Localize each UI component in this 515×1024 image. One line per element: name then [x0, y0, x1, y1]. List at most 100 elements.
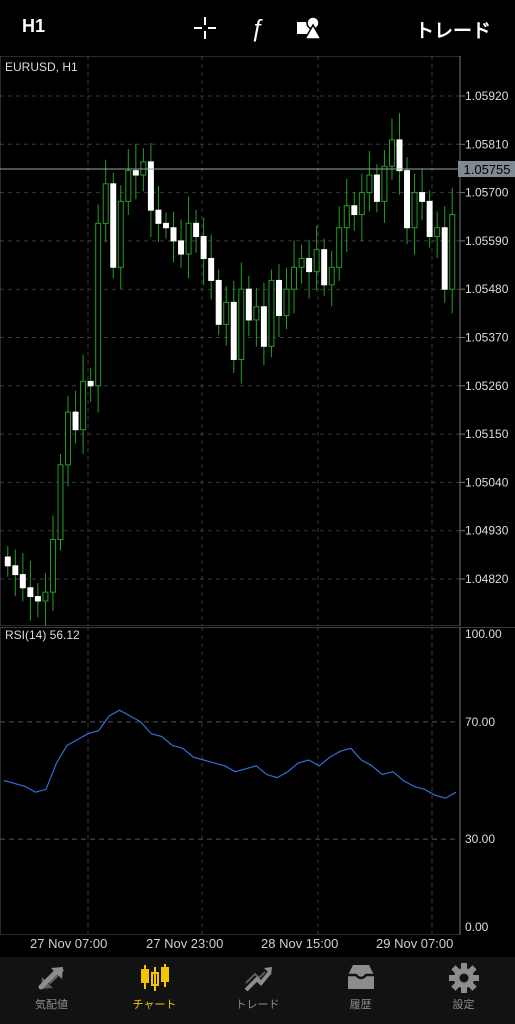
rsi-level-label: 30.00	[465, 832, 495, 846]
candle-body	[358, 192, 365, 216]
candle-body	[4, 556, 11, 567]
svg-text:ƒ: ƒ	[250, 15, 263, 42]
candle-body	[253, 306, 260, 321]
candle-body	[245, 288, 252, 321]
chart-candles-icon	[141, 964, 169, 991]
candle-body	[419, 192, 426, 202]
nav-history[interactable]: 履歴	[309, 957, 412, 1024]
nav-label: 履歴	[349, 999, 372, 1011]
time-axis: 27 Nov 07:00 27 Nov 23:00 28 Nov 15:00 2…	[0, 933, 515, 957]
candle-body	[426, 200, 433, 238]
candle-body	[42, 591, 49, 602]
objects-icon[interactable]	[295, 14, 323, 42]
candle-body	[87, 380, 94, 387]
nav-chart[interactable]: チャート	[103, 957, 206, 1024]
candle-body	[34, 596, 41, 602]
nav-label: 設定	[452, 999, 475, 1011]
candles-layer	[4, 113, 456, 626]
candle-body	[298, 257, 305, 268]
candle-body	[132, 170, 139, 176]
candle-body	[283, 288, 290, 317]
rsi-line	[3, 709, 457, 799]
candle-body	[275, 279, 282, 317]
candle-body	[19, 574, 26, 589]
rsi-frame	[0, 627, 461, 935]
candle-body	[343, 205, 350, 229]
candle-body	[95, 222, 102, 387]
candle-body	[260, 306, 267, 347]
candle-body	[208, 257, 215, 281]
trade-button[interactable]: トレード	[415, 16, 491, 43]
candle-body	[449, 214, 456, 290]
price-label: 1.05370	[465, 331, 509, 345]
price-chart[interactable]: 1.05920 1.05810 1.05700 1.05590 1.05480 1.053…	[0, 56, 515, 626]
candle-body	[193, 222, 200, 238]
rsi-levels-axis: 100.00 70.00 30.00 0.00	[465, 627, 502, 934]
candle-body	[117, 200, 124, 268]
candle-body	[155, 209, 162, 224]
trade-icon	[244, 967, 272, 992]
candle-body	[102, 183, 109, 224]
candle-body	[434, 227, 441, 238]
price-label: 1.05150	[465, 427, 509, 441]
price-label: 1.05920	[465, 89, 509, 103]
candle-body	[12, 565, 19, 576]
nav-quotes[interactable]: 気配値	[0, 957, 103, 1024]
candle-body	[125, 170, 132, 202]
candle-body	[65, 411, 72, 466]
candle-body	[200, 236, 207, 259]
candle-body	[411, 192, 418, 229]
candle-body	[328, 266, 335, 286]
candle-body	[162, 222, 169, 229]
price-label: 1.04820	[465, 572, 509, 586]
candle-body	[140, 161, 147, 176]
rsi-grid	[0, 627, 460, 935]
nav-label: 気配値	[35, 999, 68, 1011]
candle-body	[351, 205, 358, 216]
candle-body	[306, 257, 313, 273]
rsi-level-label: 0.00	[465, 920, 489, 934]
nav-settings[interactable]: 設定	[412, 957, 515, 1024]
nav-label: チャート	[132, 999, 177, 1011]
candle-body	[230, 301, 237, 360]
candle-body	[238, 288, 245, 360]
history-icon	[348, 965, 374, 989]
candle-body	[57, 464, 64, 540]
candle-body	[110, 183, 117, 268]
candle-body	[268, 279, 275, 347]
candle-body	[441, 227, 448, 290]
candle-body	[404, 170, 411, 229]
candle-body	[170, 227, 177, 242]
function-icon[interactable]: ƒ	[244, 14, 270, 42]
top-toolbar: H1 ƒ トレード	[0, 0, 515, 56]
candle-body	[178, 240, 185, 255]
candle-body	[396, 139, 403, 172]
candle-body	[381, 165, 388, 202]
time-label: 29 Nov 07:00	[376, 936, 454, 951]
price-label: 1.05480	[465, 282, 509, 296]
crosshair-icon[interactable]	[192, 14, 218, 42]
symbol-label: EURUSD, H1	[5, 60, 78, 74]
rsi-level-label: 70.00	[465, 715, 495, 729]
candle-body	[373, 174, 380, 202]
time-label: 27 Nov 07:00	[30, 936, 108, 951]
time-label: 28 Nov 15:00	[261, 936, 339, 951]
rsi-label: RSI(14) 56.12	[5, 628, 80, 642]
price-label: 1.04930	[465, 524, 509, 538]
candle-body	[336, 227, 343, 268]
rsi-level-label: 100.00	[465, 627, 502, 641]
candle-body	[72, 411, 79, 431]
candle-body	[321, 249, 328, 286]
candle-body	[313, 249, 320, 273]
rsi-chart[interactable]: 100.00 70.00 30.00 0.00 RSI(14) 56.12	[0, 627, 515, 935]
candle-body	[27, 587, 34, 598]
price-label: 1.05700	[465, 186, 509, 200]
price-label: 1.05040	[465, 475, 509, 489]
quotes-icon	[38, 967, 65, 990]
candle-body	[215, 279, 222, 325]
nav-trade[interactable]: トレード	[206, 957, 309, 1024]
candle-body	[291, 266, 298, 290]
timeframe-button[interactable]: H1	[22, 16, 45, 37]
bottom-navigation: 気配値 チャート トレード 履歴 設定	[0, 957, 515, 1024]
price-label: 1.05810	[465, 137, 509, 151]
